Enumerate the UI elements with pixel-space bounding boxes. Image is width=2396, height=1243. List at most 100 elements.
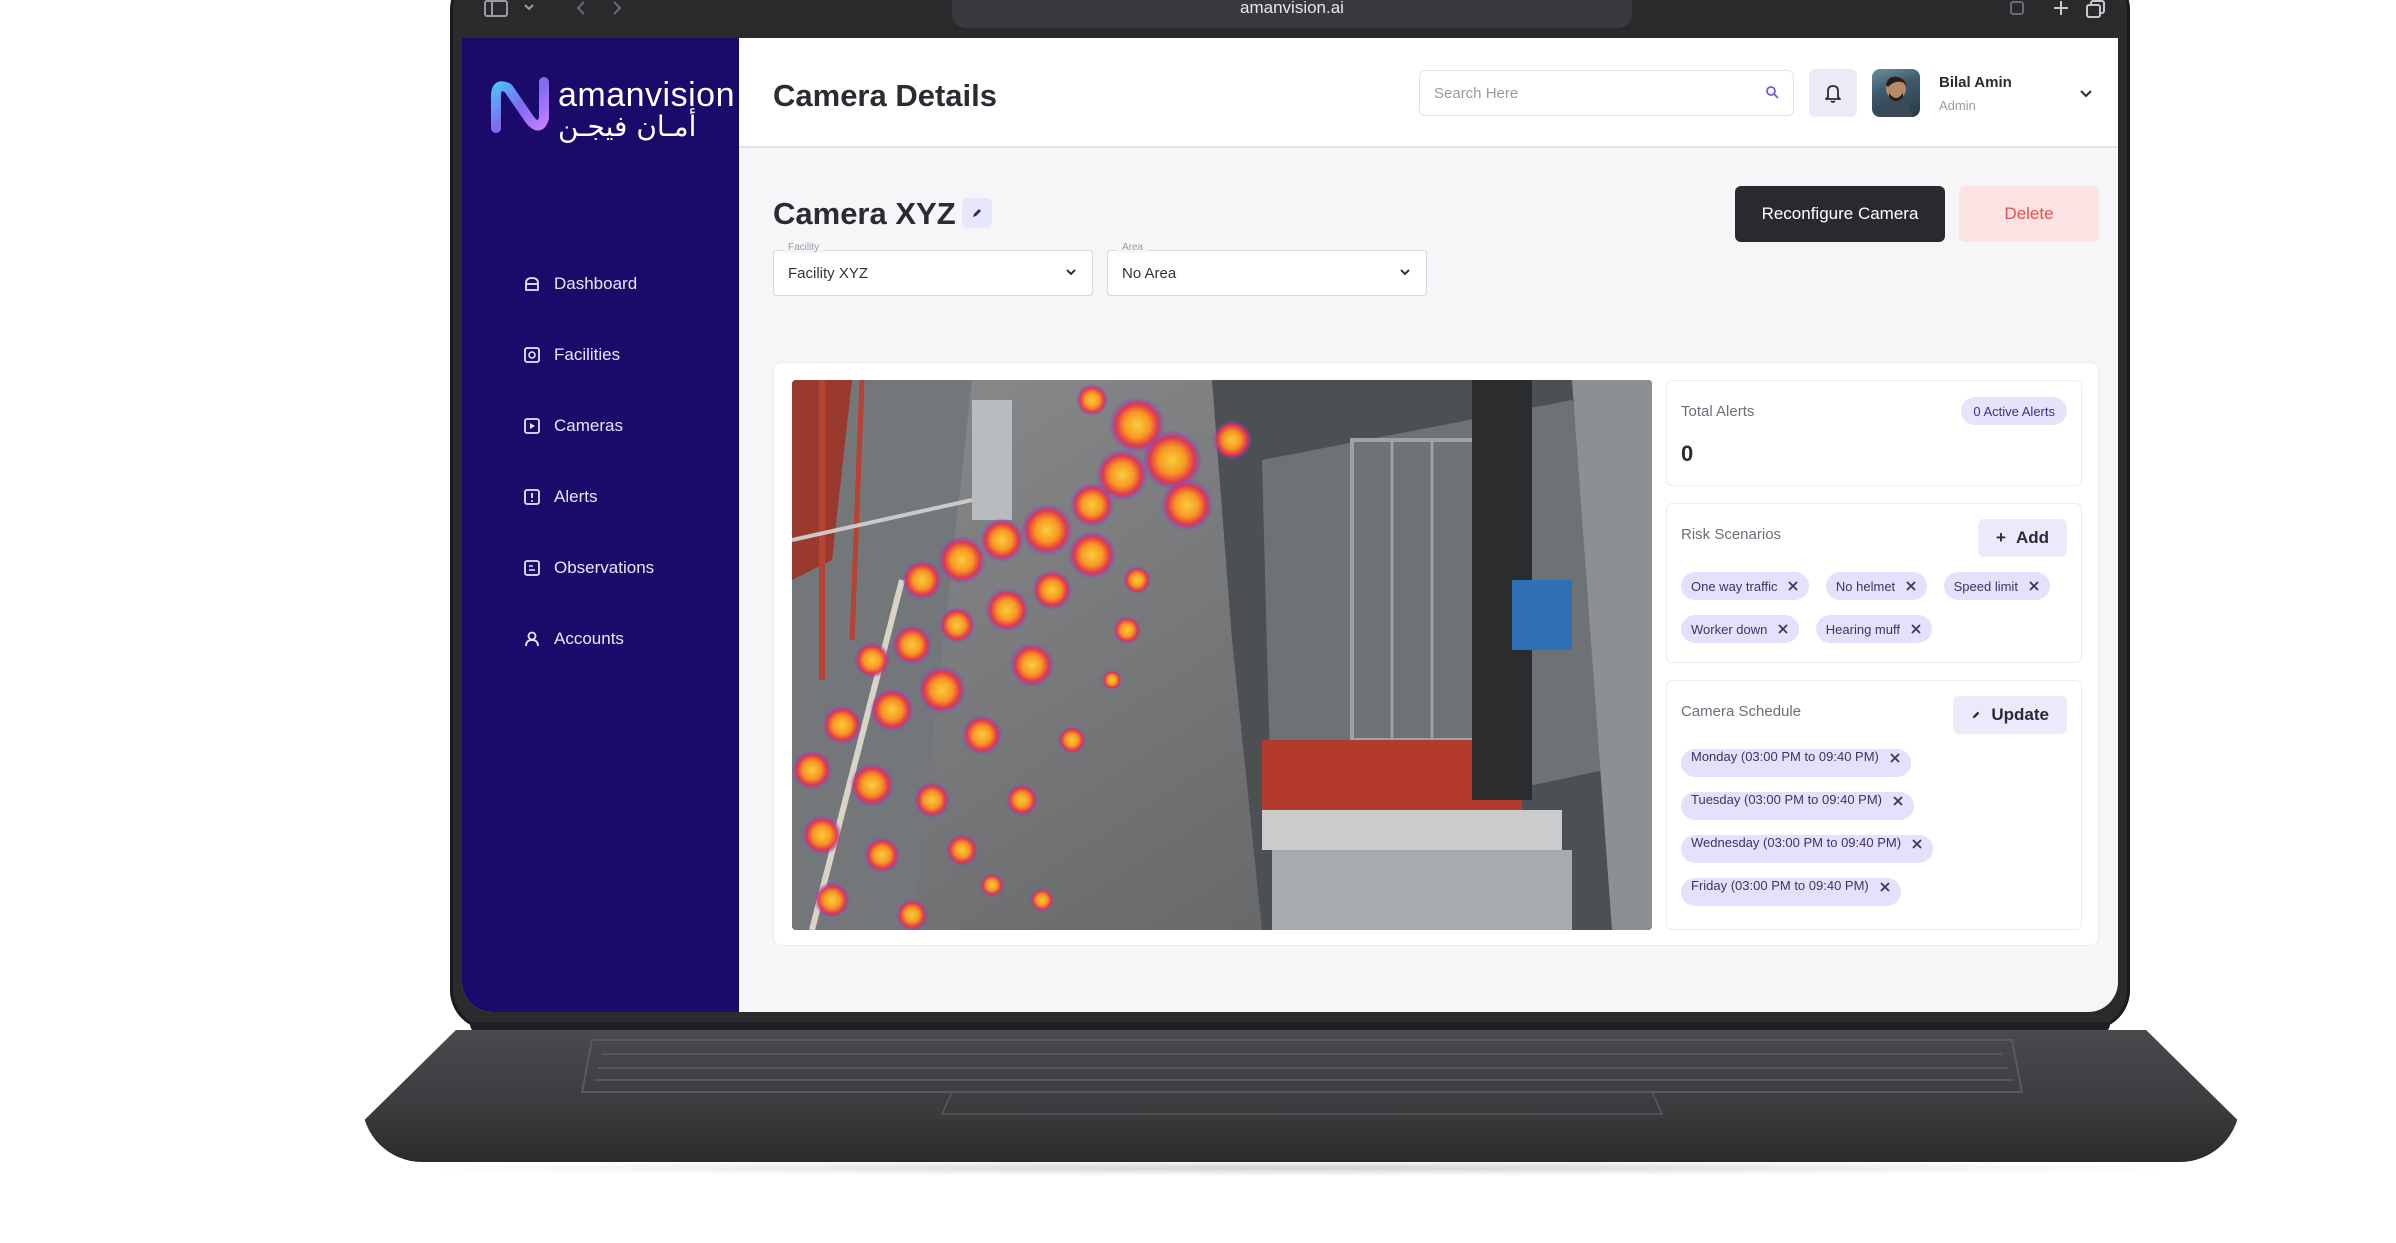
app-window: amanvision أمـان فيجـن Dashboard Facilit… [462, 38, 2118, 1012]
area-select-label: Area [1118, 242, 1148, 253]
update-button-label: Update [1991, 705, 2049, 724]
schedule-chip-list: Monday (03:00 PM to 09:40 PM) Tuesday (0… [1681, 749, 2067, 921]
sidebar-item-observations[interactable]: Observations [522, 532, 654, 603]
alert-icon [522, 487, 542, 507]
camera-feed-image [792, 380, 1652, 930]
user-name: Bilal Amin [1939, 74, 2012, 91]
address-bar[interactable]: amanvision.ai [952, 0, 1632, 28]
close-icon[interactable] [1787, 580, 1799, 592]
close-icon[interactable] [1892, 795, 1904, 807]
facility-icon [522, 345, 542, 365]
camera-icon [522, 416, 542, 436]
close-icon[interactable] [1905, 580, 1917, 592]
brand-logo: amanvision أمـان فيجـن [488, 72, 734, 143]
sidebar-item-accounts[interactable]: Accounts [522, 603, 654, 674]
keyboard-pattern [580, 1039, 2024, 1115]
search-icon[interactable] [1765, 85, 1779, 104]
schedule-chip[interactable]: Monday (03:00 PM to 09:40 PM) [1681, 749, 1911, 777]
tabs-overview-icon[interactable] [2086, 0, 2106, 22]
schedule-chip[interactable]: Tuesday (03:00 PM to 09:40 PM) [1681, 792, 1915, 820]
reconfigure-camera-button[interactable]: Reconfigure Camera [1735, 186, 1945, 242]
share-icon[interactable] [2008, 0, 2026, 22]
risk-scenarios-card: Risk Scenarios + Add One way traffic No … [1666, 503, 2082, 663]
brand-name-ar: أمـان فيجـن [558, 110, 697, 143]
back-icon[interactable] [574, 0, 588, 22]
camera-schedule-card: Camera Schedule Update Monday (03:00 PM … [1666, 680, 2082, 930]
total-alerts-count: 0 [1681, 441, 1694, 466]
user-role: Admin [1939, 98, 1976, 113]
chevron-down-icon [1398, 265, 1412, 284]
user-icon [522, 629, 542, 649]
sidebar: amanvision أمـان فيجـن Dashboard Facilit… [462, 38, 739, 1012]
url-text: amanvision.ai [1240, 0, 1344, 17]
schedule-chip[interactable]: Friday (03:00 PM to 09:40 PM) [1681, 878, 1901, 906]
risk-chip-list: One way traffic No helmet Speed limit Wo… [1681, 572, 2067, 658]
facility-select-label: Facility [784, 242, 824, 253]
active-alerts-badge: 0 Active Alerts [1961, 397, 2067, 425]
new-tab-icon[interactable] [2052, 0, 2070, 22]
laptop-screen: amanvision.ai amanvision أمـان فيجـن Das… [462, 0, 2118, 1012]
close-icon[interactable] [2028, 580, 2040, 592]
delete-camera-button[interactable]: Delete [1959, 186, 2099, 242]
laptop-base [362, 1030, 2240, 1162]
camera-panel: Total Alerts 0 Active Alerts 0 Risk Scen… [773, 362, 2099, 946]
chevron-down-icon [1064, 265, 1078, 284]
laptop-shadow [400, 1160, 2200, 1176]
area-select[interactable]: Area No Area [1107, 242, 1427, 296]
risk-chip[interactable]: Hearing muff [1815, 615, 1932, 643]
main-content: Camera XYZ Reconfigure Camera Delete Fac… [739, 150, 2118, 1012]
plus-icon: + [1996, 528, 2006, 547]
sidebar-item-cameras[interactable]: Cameras [522, 390, 654, 461]
close-icon[interactable] [1889, 752, 1901, 764]
logo-mark-icon [491, 77, 549, 133]
close-icon[interactable] [1777, 623, 1789, 635]
schedule-chip[interactable]: Wednesday (03:00 PM to 09:40 PM) [1681, 835, 1934, 863]
observation-icon [522, 558, 542, 578]
facility-select[interactable]: Facility Facility XYZ [773, 242, 1093, 296]
sidebar-item-dashboard[interactable]: Dashboard [522, 248, 654, 319]
notifications-button[interactable] [1809, 69, 1857, 117]
dashboard-icon [522, 274, 542, 294]
sidebar-item-facilities[interactable]: Facilities [522, 319, 654, 390]
risk-chip[interactable]: One way traffic [1681, 572, 1810, 600]
page-title: Camera Details [773, 78, 998, 113]
camera-feed-heatmap[interactable] [792, 380, 1652, 930]
update-schedule-button[interactable]: Update [1953, 696, 2067, 734]
camera-schedule-title: Camera Schedule [1681, 703, 1802, 720]
total-alerts-title: Total Alerts [1681, 403, 1755, 420]
forward-icon[interactable] [610, 0, 624, 22]
sidebar-item-label: Facilities [554, 344, 621, 364]
chevron-down-icon[interactable] [2079, 86, 2093, 104]
bell-icon [1825, 85, 1841, 103]
close-icon[interactable] [1911, 838, 1923, 850]
close-icon[interactable] [1910, 623, 1922, 635]
sidebar-toggle-icon[interactable] [484, 0, 508, 22]
risk-chip[interactable]: Worker down [1681, 615, 1800, 643]
sidebar-item-label: Accounts [554, 628, 624, 648]
search-input[interactable] [1420, 71, 1740, 115]
browser-toolbar: amanvision.ai [462, 0, 2118, 38]
chevron-down-icon[interactable] [522, 0, 536, 22]
add-risk-scenario-button[interactable]: + Add [1978, 519, 2067, 557]
pencil-icon [973, 209, 981, 217]
camera-title: Camera XYZ [773, 196, 956, 231]
sidebar-item-alerts[interactable]: Alerts [522, 461, 654, 532]
risk-chip[interactable]: No helmet [1825, 572, 1928, 600]
search-box [1419, 70, 1794, 116]
close-icon[interactable] [1879, 881, 1891, 893]
risk-chip[interactable]: Speed limit [1943, 572, 2050, 600]
add-button-label: Add [2015, 528, 2049, 547]
risk-scenarios-title: Risk Scenarios [1681, 526, 1782, 543]
pencil-icon [1973, 711, 1980, 719]
sidebar-item-label: Alerts [554, 486, 598, 506]
avatar[interactable] [1872, 69, 1920, 117]
edit-camera-name-button[interactable] [962, 198, 992, 228]
area-select-value: No Area [1122, 265, 1177, 282]
total-alerts-card: Total Alerts 0 Active Alerts 0 [1666, 380, 2082, 486]
facility-select-value: Facility XYZ [788, 265, 869, 282]
sidebar-item-label: Dashboard [554, 273, 638, 293]
sidebar-item-label: Observations [554, 557, 655, 577]
sidebar-nav: Dashboard Facilities Cameras Alerts Obse… [522, 248, 654, 674]
sidebar-item-label: Cameras [554, 415, 623, 435]
top-header: Camera Details Bilal Amin Admin [739, 38, 2118, 148]
